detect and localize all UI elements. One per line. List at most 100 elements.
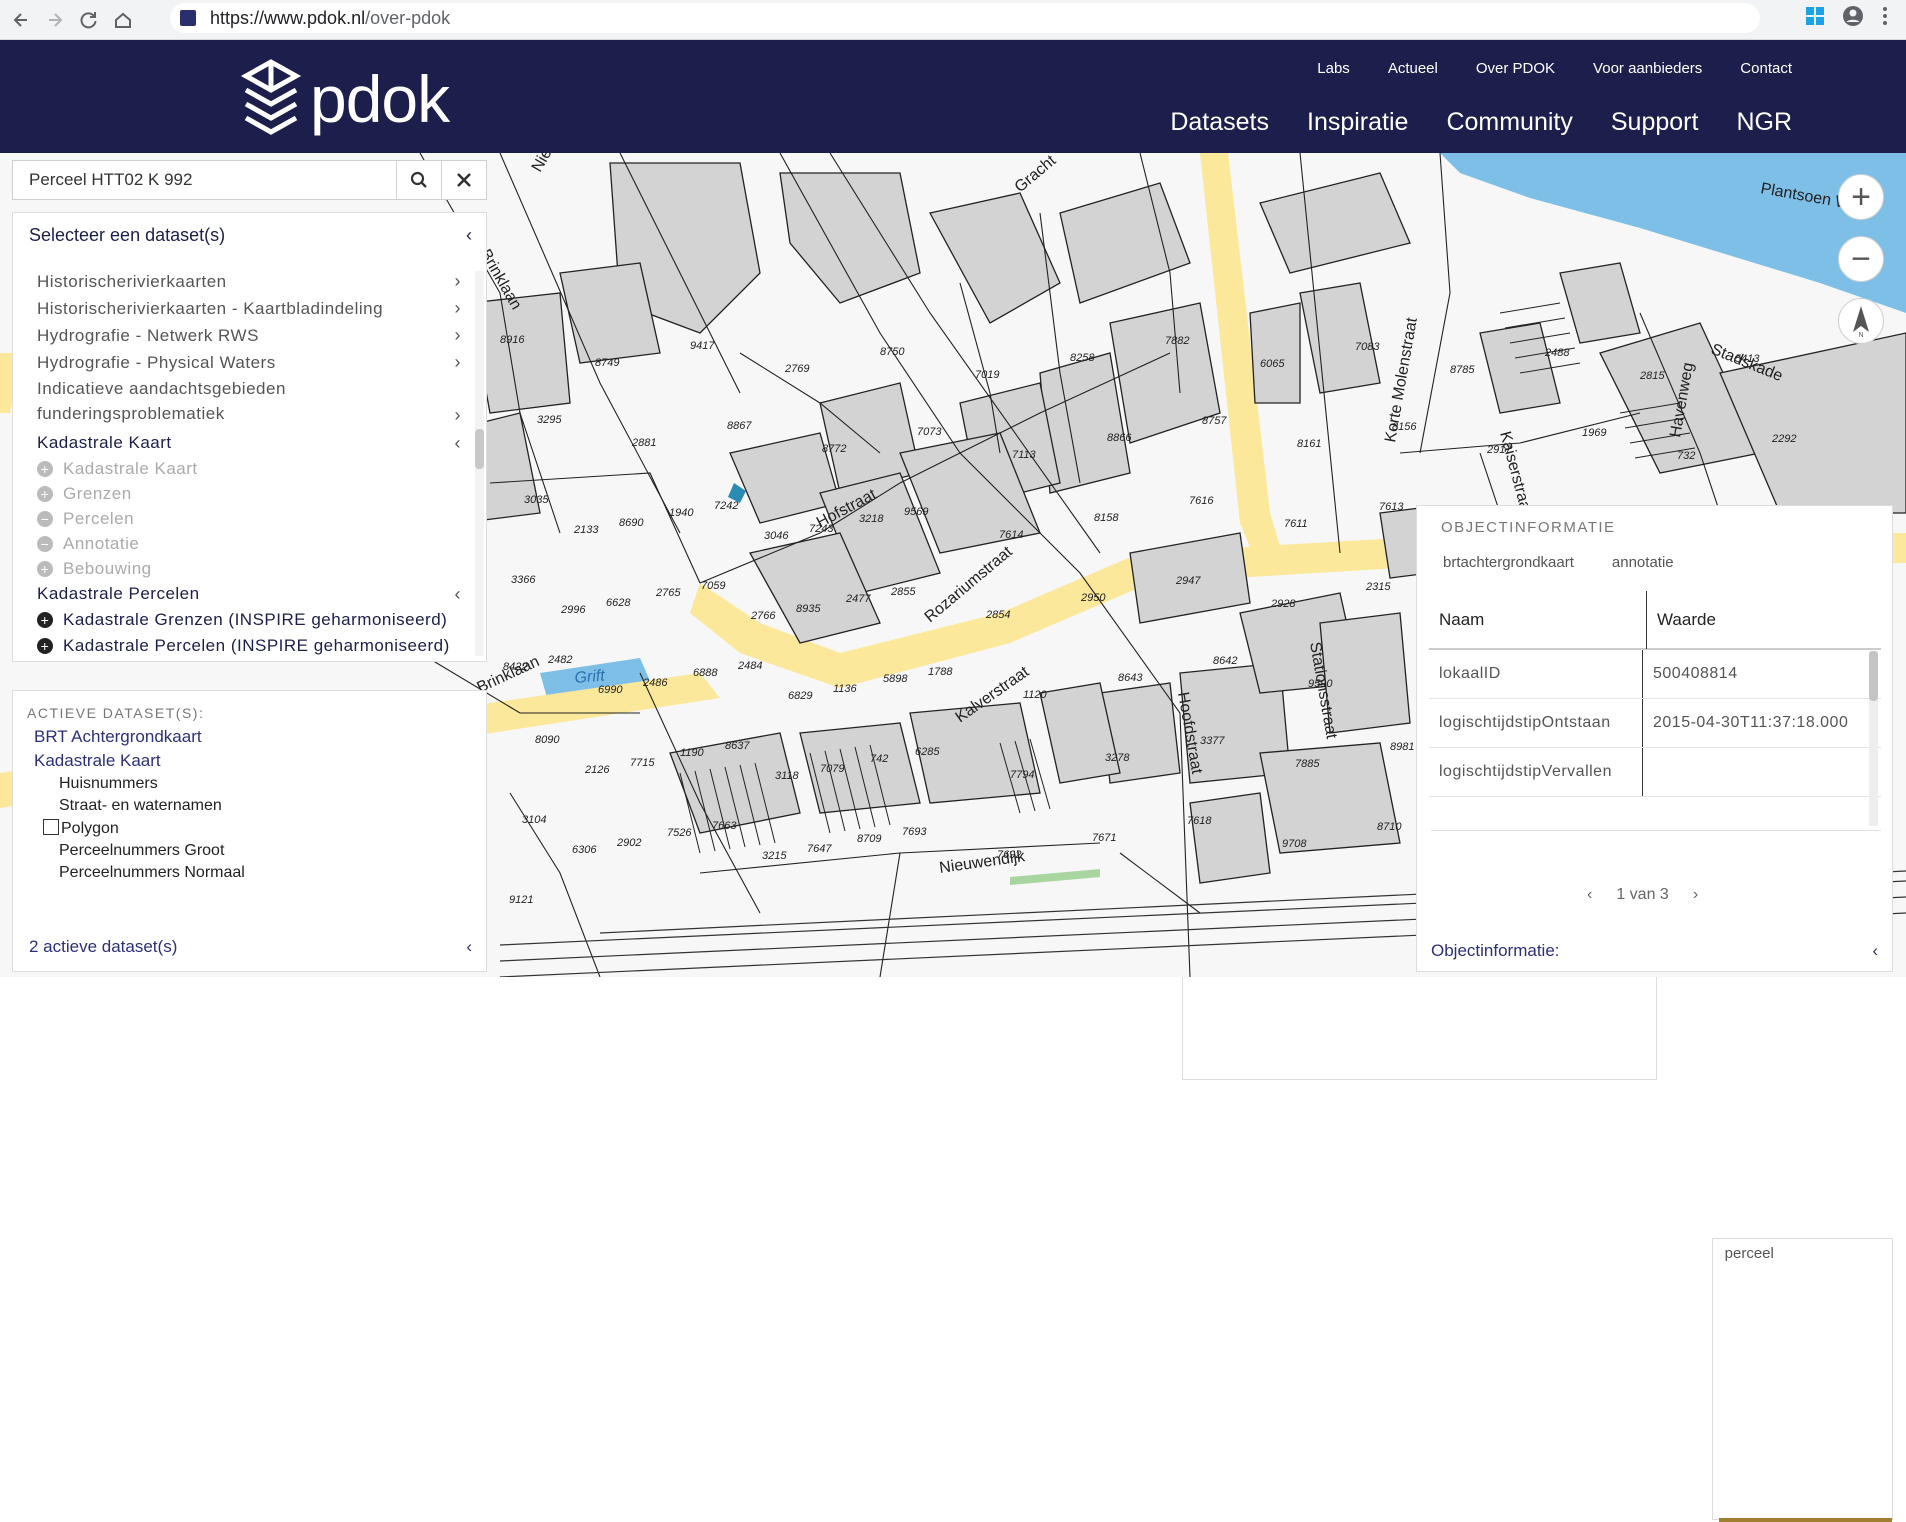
map-parcel-label: 8981 <box>1390 741 1414 753</box>
active-layer-item[interactable]: Polygon <box>13 819 486 838</box>
active-layer-item[interactable]: Huisnummers <box>13 775 486 793</box>
active-layer-item[interactable]: Straat- en waternamen <box>13 797 486 815</box>
plus-icon: + <box>37 560 53 577</box>
sublayer-item[interactable]: − Percelen <box>13 506 475 531</box>
sublayer-item[interactable]: − Annotatie <box>13 531 475 556</box>
map-parcel-label: 7083 <box>1355 341 1380 353</box>
dataset-item[interactable]: Hydrografie - Physical Waters › <box>13 349 475 376</box>
sublayer-item[interactable]: + Bebouwing <box>13 556 475 581</box>
dataset-item[interactable]: Historischerivierkaarten › <box>13 268 475 295</box>
nav-ngr[interactable]: NGR <box>1736 108 1792 137</box>
nav-labs[interactable]: Labs <box>1317 60 1350 77</box>
svg-text:N: N <box>1858 332 1863 338</box>
zoom-in-button[interactable]: + <box>1838 174 1884 220</box>
dataset-panel-header[interactable]: Selecteer een dataset(s) ‹ <box>13 213 486 257</box>
site-header: pdok Labs Actueel Over PDOK Voor aanbied… <box>0 40 1906 1080</box>
reload-icon[interactable] <box>72 3 106 37</box>
map-parcel-label: 3366 <box>511 574 536 586</box>
nav-community[interactable]: Community <box>1446 108 1572 137</box>
map-parcel-label: 8867 <box>727 420 752 432</box>
map-parcel-label: 8643 <box>1118 672 1143 684</box>
chevron-left-icon[interactable]: ‹ <box>1872 941 1878 961</box>
url-text: https://www.pdok.nl/over-pdok <box>210 7 451 28</box>
map-parcel-label: 8916 <box>500 334 525 346</box>
object-info-footer[interactable]: Objectinformatie: ‹ <box>1431 941 1878 961</box>
account-icon[interactable] <box>1842 5 1864 27</box>
map-parcel-label: 7618 <box>1187 815 1212 827</box>
map-parcel-label: 742 <box>870 753 888 765</box>
sublayer-item[interactable]: + Kadastrale Kaart <box>13 456 475 481</box>
map-parcel-label: 3118 <box>775 770 800 782</box>
nav-inspiratie[interactable]: Inspiratie <box>1307 108 1408 137</box>
back-icon[interactable] <box>4 3 38 37</box>
map-parcel-label: 2126 <box>584 764 610 776</box>
map-parcel-label: 732 <box>1677 450 1695 462</box>
map-parcel-label: 8757 <box>1202 415 1227 427</box>
map-parcel-label: 3046 <box>764 530 789 542</box>
nav-actueel[interactable]: Actueel <box>1388 60 1438 77</box>
nav-over-pdok[interactable]: Over PDOK <box>1476 60 1555 77</box>
column-header-waarde: Waarde <box>1657 610 1716 629</box>
close-icon <box>457 173 471 187</box>
chevron-left-icon[interactable]: ‹ <box>466 937 472 957</box>
prev-page-icon[interactable]: ‹ <box>1587 886 1592 904</box>
map-parcel-label: 7693 <box>902 826 927 838</box>
column-header-naam: Naam <box>1429 591 1647 649</box>
address-bar[interactable]: https://www.pdok.nl/over-pdok <box>170 3 1760 33</box>
search-bar <box>12 160 487 200</box>
dataset-item[interactable]: Indicatieve aandachtsgebieden funderingsp… <box>13 376 475 430</box>
next-page-icon[interactable]: › <box>1693 886 1698 904</box>
map-parcel-label: 7715 <box>630 757 655 769</box>
forward-icon[interactable] <box>38 3 72 37</box>
search-button[interactable] <box>396 161 441 199</box>
nav-datasets[interactable]: Datasets <box>1170 108 1269 137</box>
pagination: ‹ 1 van 3 › <box>1587 886 1698 904</box>
chevron-right-icon: › <box>454 405 461 425</box>
dataset-item[interactable]: Hydrografie - Netwerk RWS › <box>13 322 475 349</box>
sublayer-item[interactable]: + Kadastrale Percelen (INSPIRE geharmonis… <box>13 633 475 659</box>
map-parcel-label: 7079 <box>820 763 844 775</box>
dataset-item[interactable]: Historischerivierkaarten - Kaartbladinde… <box>13 295 475 322</box>
map-parcel-label: 8772 <box>822 443 846 455</box>
home-icon[interactable] <box>106 3 140 37</box>
tab-perceel[interactable]: perceel <box>1711 1238 1893 1522</box>
object-info-scrollbar[interactable] <box>1869 651 1878 826</box>
main-nav: Datasets PDOK Viewer Inspiratie Communit… <box>1170 108 1792 1080</box>
table-row: logischtijdstipVervallen <box>1429 748 1881 797</box>
dataset-item-kadastrale-percelen[interactable]: Kadastrale Percelen ‹ <box>13 581 475 607</box>
active-layer-item[interactable]: Perceelnummers Groot <box>13 842 486 860</box>
active-dataset-item[interactable]: Kadastrale Kaart <box>13 751 486 771</box>
menu-icon[interactable] <box>1882 6 1888 26</box>
map-parcel-label: 8750 <box>880 346 905 358</box>
dataset-item-kadastrale-kaart[interactable]: Kadastrale Kaart ‹ <box>13 430 475 456</box>
map-parcel-label: 6285 <box>915 746 940 758</box>
pdok-logo[interactable]: pdok <box>240 58 450 140</box>
sublayer-item[interactable]: + Kadastrale Grenzen (INSPIRE geharmonise… <box>13 607 475 633</box>
map-parcel-label: 1136 <box>833 683 858 695</box>
map-parcel-label: 7611 <box>1284 518 1308 530</box>
map-street-label: Kaiserstraat <box>1496 430 1535 517</box>
map-parcel-label: 7059 <box>701 580 725 592</box>
polygon-checkbox[interactable] <box>43 819 59 835</box>
windows-icon[interactable] <box>1806 7 1824 25</box>
nav-contact[interactable]: Contact <box>1740 60 1792 77</box>
chevron-left-icon[interactable]: ‹ <box>466 225 472 246</box>
zoom-out-button[interactable]: − <box>1838 236 1884 282</box>
dataset-scrollbar[interactable] <box>475 271 484 656</box>
active-datasets-panel: ACTIEVE DATASET(S): BRT Achtergrondkaart… <box>12 690 487 972</box>
north-arrow-button[interactable]: N <box>1838 298 1884 344</box>
map-parcel-label: 3295 <box>537 414 562 426</box>
search-input[interactable] <box>13 161 396 199</box>
clear-search-button[interactable] <box>441 161 486 199</box>
active-dataset-item[interactable]: BRT Achtergrondkaart <box>13 727 486 747</box>
nav-support[interactable]: Support <box>1611 108 1699 137</box>
table-header: Naam Waarde <box>1429 591 1881 650</box>
sublayer-item[interactable]: + Grenzen <box>13 481 475 506</box>
search-icon <box>410 171 427 188</box>
map-parcel-label: 2947 <box>1175 575 1201 587</box>
map-parcel-label: 7663 <box>712 820 737 832</box>
active-datasets-footer[interactable]: 2 actieve dataset(s) ‹ <box>29 937 472 957</box>
nav-voor-aanbieders[interactable]: Voor aanbieders <box>1593 60 1702 77</box>
chevron-right-icon: › <box>454 352 461 372</box>
active-layer-item[interactable]: Perceelnummers Normaal <box>13 864 486 882</box>
